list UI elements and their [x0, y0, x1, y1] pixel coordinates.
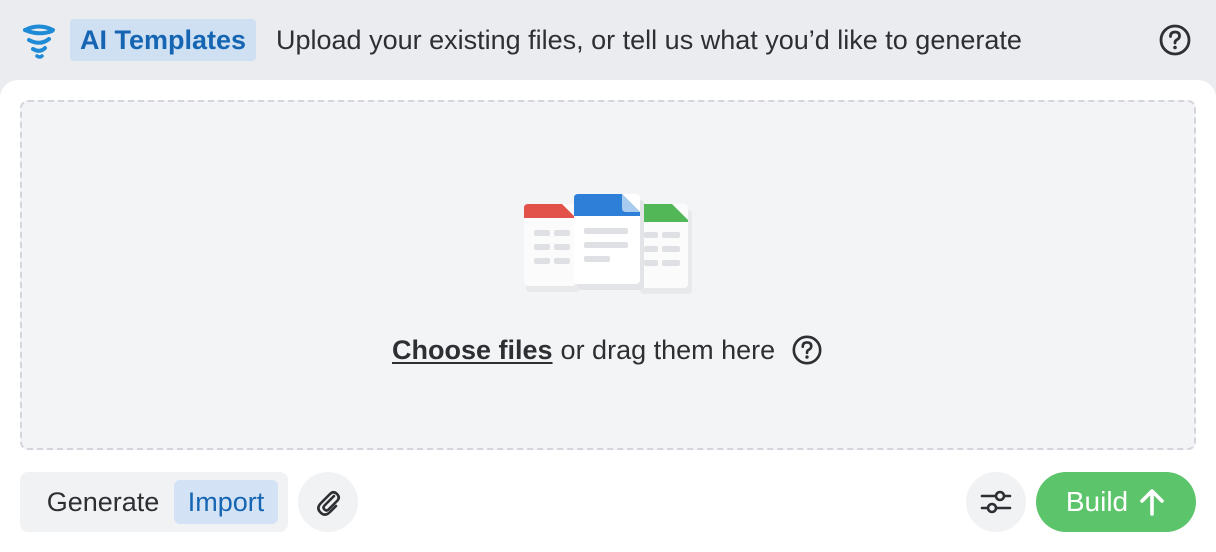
- choose-files-link[interactable]: Choose files: [392, 335, 553, 366]
- header: AI Templates Upload your existing files,…: [0, 0, 1216, 80]
- document-files-icon: [524, 194, 692, 294]
- drag-hint-text: or drag them here: [560, 334, 776, 365]
- attach-file-button[interactable]: [298, 472, 358, 532]
- file-dropzone[interactable]: Choose files or drag them here: [20, 100, 1196, 450]
- help-question-icon[interactable]: [1158, 23, 1192, 57]
- drop-instructions: Choose files or drag them here: [392, 330, 832, 370]
- build-button-label: Build: [1065, 486, 1129, 517]
- tornado-logo-icon: [23, 24, 55, 59]
- upload-panel: Choose files or drag them here Generate …: [0, 80, 1216, 552]
- settings-button[interactable]: [966, 472, 1026, 532]
- sliders-icon: [980, 490, 1012, 514]
- mode-toggle: Generate Import: [20, 472, 288, 532]
- generate-mode-button[interactable]: Generate: [32, 480, 174, 524]
- import-mode-button[interactable]: Import: [174, 480, 278, 524]
- ai-templates-badge: AI Templates: [70, 19, 256, 61]
- build-button[interactable]: Build: [1036, 472, 1196, 532]
- paperclip-icon: [317, 490, 341, 516]
- help-question-icon[interactable]: [791, 334, 823, 366]
- header-subtitle: Upload your existing files, or tell us w…: [276, 25, 1022, 55]
- arrow-up-icon: [1140, 489, 1164, 516]
